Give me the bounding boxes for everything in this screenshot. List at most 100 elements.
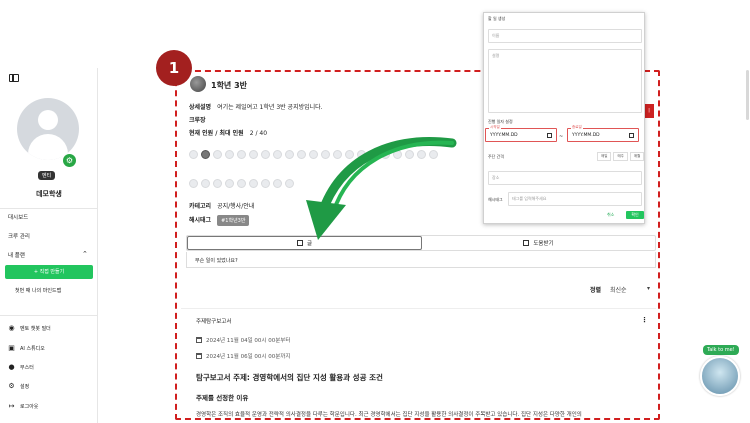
sidebar-item-chatbot-builder[interactable]: ◉ 멘토 챗봇 빌더 bbox=[8, 324, 50, 333]
member-slot bbox=[381, 150, 390, 159]
sort-select[interactable]: 최신순 bbox=[610, 285, 627, 294]
member-slot bbox=[237, 150, 246, 159]
sidebar-toggle-icon[interactable] bbox=[9, 74, 19, 82]
member-slots-row2 bbox=[189, 179, 294, 188]
member-slot bbox=[405, 150, 414, 159]
booster-icon: ● bbox=[8, 363, 15, 371]
repeat-weekly[interactable]: 매주 bbox=[613, 152, 628, 161]
step-badge: 1 bbox=[156, 50, 192, 86]
crew-leader-row: 크루장 bbox=[189, 117, 206, 124]
tab-post[interactable]: 글 bbox=[187, 236, 422, 250]
task-desc-input[interactable]: 설명 bbox=[488, 49, 642, 113]
logout-icon: ↦ bbox=[8, 402, 15, 410]
member-slot bbox=[201, 179, 210, 188]
sidebar-item-settings[interactable]: ⚙ 설정 bbox=[8, 382, 29, 391]
post-icon bbox=[296, 240, 303, 246]
member-slot bbox=[189, 150, 198, 159]
chat-bubble[interactable]: Talk to me! bbox=[703, 345, 739, 355]
sidebar-item-mindmap[interactable]: 첫번 째 나의 마인드맵 bbox=[15, 287, 61, 294]
sidebar-item-booster[interactable]: ● 부스터 bbox=[8, 363, 33, 372]
username: 데모학생 bbox=[36, 190, 62, 198]
sort-label: 정렬 bbox=[590, 287, 602, 294]
gear-icon: ⚙ bbox=[8, 382, 15, 390]
crew-avatar bbox=[190, 76, 206, 92]
crew-hashtag-row: 해시태그 #1학년3반 bbox=[189, 215, 250, 226]
post-date-end: 2024년 11월 06일 00시 00분까지 bbox=[196, 352, 290, 360]
chevron-down-icon[interactable]: ▾ bbox=[647, 285, 650, 292]
post-tabs: 글 도움받기 bbox=[186, 235, 656, 251]
chatbot-avatar[interactable] bbox=[700, 356, 740, 396]
member-slot bbox=[345, 150, 354, 159]
member-slot bbox=[333, 150, 342, 159]
crew-title: 1학년 3반 bbox=[211, 81, 247, 90]
member-slot bbox=[357, 150, 366, 159]
member-slot bbox=[285, 150, 294, 159]
date-range-dash: ~ bbox=[559, 134, 564, 140]
member-slot bbox=[273, 179, 282, 188]
member-slot bbox=[213, 179, 222, 188]
chevron-up-icon[interactable]: ⌃ bbox=[82, 250, 88, 258]
member-slot bbox=[201, 150, 210, 159]
hashtag-chip[interactable]: #1학년3반 bbox=[217, 215, 250, 226]
calendar-icon bbox=[196, 337, 202, 343]
avatar-settings-icon[interactable]: ⚙ bbox=[63, 154, 76, 167]
member-slot bbox=[249, 150, 258, 159]
post-input[interactable]: 무슨 일이 있었나요? bbox=[186, 252, 656, 268]
close-tab-marker[interactable]: ㅣ bbox=[644, 104, 654, 118]
tab-help[interactable]: 도움받기 bbox=[422, 236, 655, 250]
avatar bbox=[17, 98, 79, 160]
member-slot bbox=[369, 150, 378, 159]
repeat-monthly[interactable]: 매월 bbox=[629, 152, 645, 161]
calendar-icon[interactable] bbox=[629, 133, 634, 138]
create-plan-button[interactable]: + 직접 만들기 bbox=[5, 265, 93, 279]
repeat-daily[interactable]: 매일 bbox=[597, 152, 612, 161]
task-name-input[interactable]: 이름 bbox=[488, 29, 642, 43]
sidebar: ⚙ 멘티 데모학생 대시보드 크루 관리 내 플랜 ⌃ + 직접 만들기 첫번 … bbox=[0, 68, 98, 423]
member-slot bbox=[249, 179, 258, 188]
robot-icon: ◉ bbox=[8, 324, 15, 332]
end-date-input[interactable]: 종료일 YYYY.MM.DD bbox=[567, 125, 639, 142]
sidebar-item-plan[interactable]: 내 플랜 bbox=[8, 251, 25, 259]
calendar-icon[interactable] bbox=[547, 133, 552, 138]
member-slot bbox=[237, 179, 246, 188]
member-slot bbox=[261, 179, 270, 188]
calendar-icon bbox=[196, 353, 202, 359]
repeat-chips: 매일 매주 매월 bbox=[597, 152, 645, 161]
post-date-start: 2024년 11월 04일 00시 00분부터 bbox=[196, 336, 290, 344]
sidebar-item-ai-studio[interactable]: ▣ AI 스튜디오 bbox=[8, 344, 45, 353]
popup-confirm-button[interactable]: 확인 bbox=[626, 211, 644, 219]
member-slot bbox=[225, 179, 234, 188]
repeat-label: 주단 간격 bbox=[488, 154, 504, 159]
member-slot bbox=[189, 179, 198, 188]
member-slot bbox=[309, 150, 318, 159]
post-category: 주제탐구보고서 bbox=[196, 319, 232, 325]
hashtag-label: 해시태그 bbox=[488, 197, 503, 202]
crew-members-row: 현재 인원 / 최대 인원 2 / 40 bbox=[189, 130, 268, 137]
member-slot bbox=[225, 150, 234, 159]
start-date-input[interactable]: 시작일 YYYY.MM.DD bbox=[485, 125, 557, 142]
member-slots-row1 bbox=[189, 150, 438, 159]
crew-category-row: 카테고리 공지/행사/안내 bbox=[189, 203, 255, 210]
role-badge: 멘티 bbox=[38, 171, 56, 180]
sidebar-item-logout[interactable]: ↦ 로그아웃 bbox=[8, 402, 39, 411]
hashtag-input[interactable]: 태그를 입력해주세요 bbox=[508, 192, 642, 206]
sidebar-item-crew[interactable]: 크루 관리 bbox=[8, 232, 30, 240]
member-slot bbox=[429, 150, 438, 159]
popup-cancel-button[interactable]: 취소 bbox=[607, 212, 614, 218]
member-slot bbox=[321, 150, 330, 159]
scrollbar[interactable] bbox=[746, 70, 749, 120]
task-create-popup: 할 일 생성 이름 설명 진행 일자 설정 주단 간격 장소 해시태그 태그를 … bbox=[483, 12, 645, 224]
member-slot bbox=[393, 150, 402, 159]
post-title: 탐구보고서 주제: 경영학에서의 집단 지성 활용과 성공 조건 bbox=[196, 373, 383, 382]
help-icon bbox=[523, 240, 530, 246]
popup-title: 할 일 생성 bbox=[488, 16, 506, 21]
member-slot bbox=[285, 179, 294, 188]
crew-detail-row: 상세설명 여기는 제일여고 1학년 3반 공지방입니다. bbox=[189, 104, 323, 111]
member-slot bbox=[261, 150, 270, 159]
ai-icon: ▣ bbox=[8, 344, 15, 352]
sidebar-item-dashboard[interactable]: 대시보드 bbox=[8, 213, 28, 221]
location-input[interactable]: 장소 bbox=[488, 171, 642, 185]
kebab-menu-icon[interactable]: ⋮ bbox=[641, 316, 648, 324]
member-slot bbox=[273, 150, 282, 159]
post-subtitle: 주제를 선정한 이유 bbox=[196, 394, 249, 402]
